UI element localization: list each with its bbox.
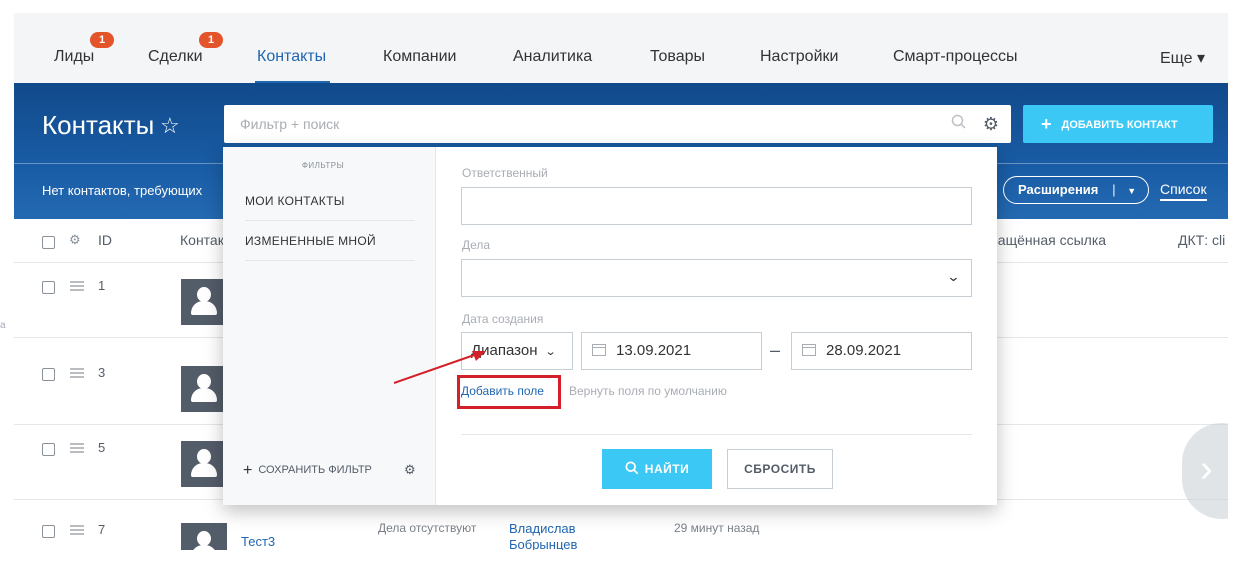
separator: |	[1112, 182, 1116, 197]
preset-my-contacts[interactable]: МОИ КОНТАКТЫ	[245, 181, 415, 221]
row-checkbox[interactable]	[42, 443, 55, 456]
plus-icon: +	[1041, 114, 1052, 134]
avatar	[181, 279, 227, 325]
select-all-checkbox[interactable]	[42, 236, 55, 249]
modified-time: 29 минут назад	[674, 521, 760, 535]
row-id: 7	[98, 522, 106, 537]
calendar-icon	[802, 344, 816, 356]
nav-more[interactable]: Еще ▾	[1160, 48, 1205, 68]
gear-icon: ⚙	[982, 114, 1000, 134]
nav-item-contacts[interactable]: Контакты	[257, 48, 326, 66]
preset-changed-by-me[interactable]: ИЗМЕНЕННЫЕ МНОЙ	[245, 221, 415, 261]
responsible-label: Ответственный	[462, 166, 548, 180]
calendar-icon	[592, 344, 606, 356]
row-id: 1	[98, 278, 106, 293]
column-contact[interactable]: Контак	[180, 232, 224, 248]
add-field-link[interactable]: Добавить поле	[461, 384, 544, 398]
save-filter-label: СОХРАНИТЬ ФИЛЬТР	[258, 464, 372, 476]
column-id[interactable]: ID	[98, 232, 112, 248]
drag-handle-icon[interactable]	[70, 368, 84, 378]
table-row[interactable]: 7 Тест3 Клиенты Дела отсутствуют Владисл…	[14, 507, 1228, 550]
filters-title: ФИЛЬТРЫ	[301, 161, 345, 170]
contact-name-link[interactable]: Тест3	[241, 534, 275, 550]
search-input[interactable]: Фильтр + поиск	[240, 116, 339, 132]
no-contacts-text[interactable]: Нет контактов, требующих	[42, 183, 202, 198]
date-range-type-select[interactable]: Диапазон ⌄	[461, 332, 573, 370]
date-to-input[interactable]: 28.09.2021	[791, 332, 972, 370]
nav-item-companies[interactable]: Компании	[383, 48, 457, 66]
avatar	[181, 441, 227, 487]
row-id: 5	[98, 440, 106, 455]
column-settings-gear-icon[interactable]: ⚙	[69, 232, 81, 248]
filter-popup: ФИЛЬТРЫ МОИ КОНТАКТЫ ИЗМЕНЕННЫЕ МНОЙ + СО…	[223, 147, 997, 505]
deals-select[interactable]: ⌄	[461, 259, 972, 297]
filter-gear-icon[interactable]: ⚙	[404, 462, 416, 478]
app-window: Лиды 1 Сделки 1 Контакты Компании Аналит…	[14, 13, 1228, 550]
avatar	[181, 523, 227, 550]
active-tab-underline	[255, 81, 330, 83]
reset-button[interactable]: СБРОСИТЬ	[727, 449, 833, 489]
nav-item-settings[interactable]: Настройки	[760, 48, 838, 66]
settings-gear-button[interactable]: ⚙	[971, 105, 1011, 143]
responsible-link-line2[interactable]: Бобрынцев	[509, 537, 577, 550]
range-type-value: Диапазон	[471, 342, 538, 359]
range-dash: –	[770, 340, 781, 360]
search-icon	[625, 461, 639, 475]
column-dkt[interactable]: ДКТ: cli	[1178, 232, 1225, 248]
extensions-button[interactable]: Расширения | ▼	[1003, 176, 1149, 204]
extensions-label: Расширения	[1018, 182, 1099, 197]
date-from-value: 13.09.2021	[616, 342, 692, 359]
reset-fields-link[interactable]: Вернуть поля по умолчанию	[569, 384, 727, 398]
row-checkbox[interactable]	[42, 368, 55, 381]
search-icon[interactable]	[951, 114, 967, 135]
find-label: НАЙТИ	[644, 462, 690, 476]
plus-icon: +	[243, 462, 253, 479]
star-icon[interactable]: ☆	[160, 113, 180, 139]
deals-label: Дела	[462, 238, 491, 252]
nav-item-leads[interactable]: Лиды	[54, 48, 94, 66]
chevron-down-icon: ⌄	[544, 346, 557, 358]
edge-text: а	[0, 320, 6, 331]
chevron-down-icon: ⌄	[946, 269, 961, 284]
nav-item-deals[interactable]: Сделки	[148, 48, 203, 66]
responsible-input[interactable]	[461, 187, 972, 225]
list-view-link[interactable]: Список	[1160, 181, 1207, 201]
contact-type: Клиенты	[241, 549, 281, 550]
deals-status: Дела отсутствуют	[378, 521, 477, 535]
created-date-label: Дата создания	[462, 312, 544, 326]
drag-handle-icon[interactable]	[70, 443, 84, 453]
popup-divider	[461, 434, 972, 435]
add-contact-button[interactable]: + ДОБАВИТЬ КОНТАКТ	[1023, 105, 1213, 143]
save-filter-button[interactable]: + СОХРАНИТЬ ФИЛЬТР	[243, 462, 372, 480]
row-checkbox[interactable]	[42, 525, 55, 538]
nav-item-smart-processes[interactable]: Смарт-процессы	[893, 48, 1018, 66]
avatar	[181, 366, 227, 412]
deals-badge: 1	[199, 32, 223, 48]
drag-handle-icon[interactable]	[70, 281, 84, 291]
responsible-link-line1[interactable]: Владислав	[509, 521, 576, 537]
chevron-down-icon: ▼	[1127, 186, 1137, 196]
nav-item-products[interactable]: Товары	[650, 48, 705, 66]
filter-presets-panel: ФИЛЬТРЫ МОИ КОНТАКТЫ ИЗМЕНЕННЫЕ МНОЙ + СО…	[223, 147, 436, 505]
leads-badge: 1	[90, 32, 114, 48]
add-contact-label: ДОБАВИТЬ КОНТАКТ	[1061, 119, 1178, 131]
page-title: Контакты	[42, 110, 155, 140]
find-button[interactable]: НАЙТИ	[602, 449, 712, 489]
nav-item-analytics[interactable]: Аналитика	[513, 48, 592, 66]
row-id: 3	[98, 365, 106, 380]
row-checkbox[interactable]	[42, 281, 55, 294]
filter-search-box[interactable]: Фильтр + поиск	[224, 105, 981, 143]
top-navigation: Лиды 1 Сделки 1 Контакты Компании Аналит…	[14, 13, 1228, 83]
drag-handle-icon[interactable]	[70, 525, 84, 535]
date-to-value: 28.09.2021	[826, 342, 902, 359]
column-short-link[interactable]: ращённая ссылка	[990, 232, 1106, 248]
date-from-input[interactable]: 13.09.2021	[581, 332, 762, 370]
